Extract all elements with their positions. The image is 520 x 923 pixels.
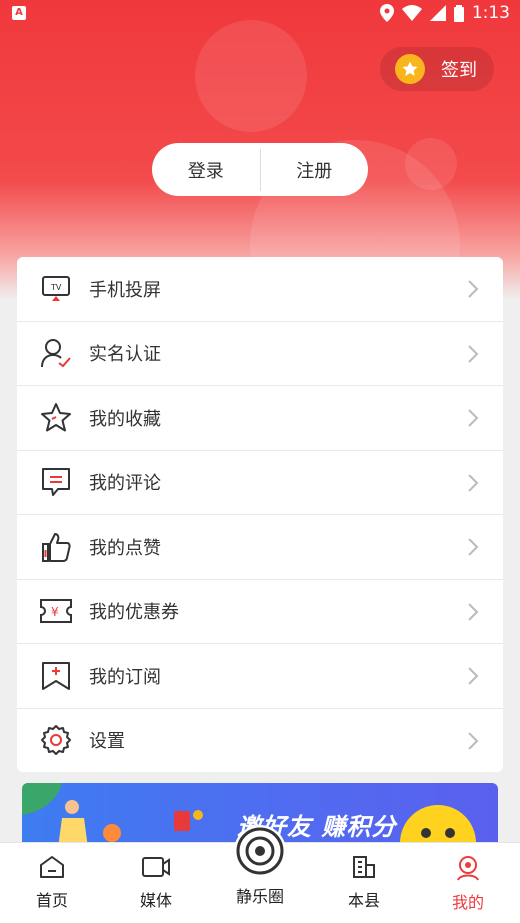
star-icon xyxy=(39,401,73,435)
menu-item-label: 设置 xyxy=(89,731,125,753)
menu-item-label: 我的优惠券 xyxy=(89,602,179,624)
auth-buttons: 登录 注册 xyxy=(152,143,368,196)
battery-icon xyxy=(453,4,464,22)
person-illustration xyxy=(58,800,121,848)
red-envelope-icon xyxy=(174,810,203,831)
menu-item-comments[interactable]: 我的评论 xyxy=(17,451,503,515)
header-decoration-circle xyxy=(405,138,457,190)
profile-menu: TV 手机投屏 实名认证 我的收藏 我的评论 我的点赞 ¥ 我的优惠券 我的订阅… xyxy=(17,257,503,772)
menu-item-settings[interactable]: 设置 xyxy=(17,709,503,773)
status-bar: A 1:13 xyxy=(0,0,520,28)
menu-item-subscriptions[interactable]: 我的订阅 xyxy=(17,644,503,709)
comment-icon xyxy=(39,465,73,499)
building-icon xyxy=(353,856,375,878)
menu-item-label: 我的评论 xyxy=(89,473,161,495)
bookmark-icon xyxy=(39,659,73,693)
chevron-right-icon xyxy=(468,409,479,427)
tab-label: 首页 xyxy=(35,891,68,910)
chevron-right-icon xyxy=(468,280,479,298)
menu-item-label: 手机投屏 xyxy=(89,279,161,301)
svg-text:TV: TV xyxy=(50,283,62,292)
profile-icon xyxy=(457,856,479,881)
menu-item-favorites[interactable]: 我的收藏 xyxy=(17,386,503,451)
signin-label: 签到 xyxy=(441,60,477,81)
coupon-icon: ¥ xyxy=(39,594,73,628)
tab-county[interactable]: 本县 xyxy=(324,855,404,911)
app-notification-icon: A xyxy=(12,6,26,20)
chevron-right-icon xyxy=(468,473,479,492)
circle-center-button[interactable] xyxy=(234,825,286,877)
circle-logo-icon xyxy=(236,827,284,875)
chevron-right-icon xyxy=(468,731,479,750)
signin-button[interactable]: 签到 xyxy=(380,47,494,91)
menu-item-verification[interactable]: 实名认证 xyxy=(17,322,503,386)
header-decoration-circle xyxy=(195,20,307,132)
status-time: 1:13 xyxy=(471,3,510,23)
signal-icon xyxy=(429,5,446,21)
svg-text:¥: ¥ xyxy=(51,605,59,619)
chevron-right-icon xyxy=(468,667,479,685)
tab-label: 本县 xyxy=(347,891,380,910)
gear-icon xyxy=(39,723,73,757)
chevron-right-icon xyxy=(468,538,479,556)
wifi-icon xyxy=(401,5,422,21)
tab-label: 媒体 xyxy=(139,891,172,910)
chevron-right-icon xyxy=(468,602,479,621)
verified-user-icon xyxy=(39,336,73,370)
tab-label: 我的 xyxy=(451,893,484,912)
thumbs-up-icon xyxy=(39,530,73,564)
login-button[interactable]: 登录 xyxy=(152,157,260,183)
video-icon xyxy=(142,857,170,877)
home-icon xyxy=(40,856,64,878)
location-icon xyxy=(379,4,394,22)
tab-media[interactable]: 媒体 xyxy=(116,855,196,911)
menu-item-screen-cast[interactable]: TV 手机投屏 xyxy=(17,257,503,322)
menu-item-label: 我的收藏 xyxy=(89,408,161,430)
chevron-right-icon xyxy=(468,344,479,363)
register-button[interactable]: 注册 xyxy=(261,157,369,183)
menu-item-coupons[interactable]: ¥ 我的优惠券 xyxy=(17,580,503,644)
menu-item-label: 我的订阅 xyxy=(89,666,161,688)
tab-mine[interactable]: 我的 xyxy=(428,855,508,913)
coin-star-icon xyxy=(395,54,425,84)
tab-home[interactable]: 首页 xyxy=(12,855,92,911)
menu-item-label: 实名认证 xyxy=(89,344,161,366)
tv-cast-icon: TV xyxy=(39,272,73,306)
tab-label: 静乐圈 xyxy=(235,887,284,906)
menu-item-likes[interactable]: 我的点赞 xyxy=(17,515,503,580)
menu-item-label: 我的点赞 xyxy=(89,537,161,559)
